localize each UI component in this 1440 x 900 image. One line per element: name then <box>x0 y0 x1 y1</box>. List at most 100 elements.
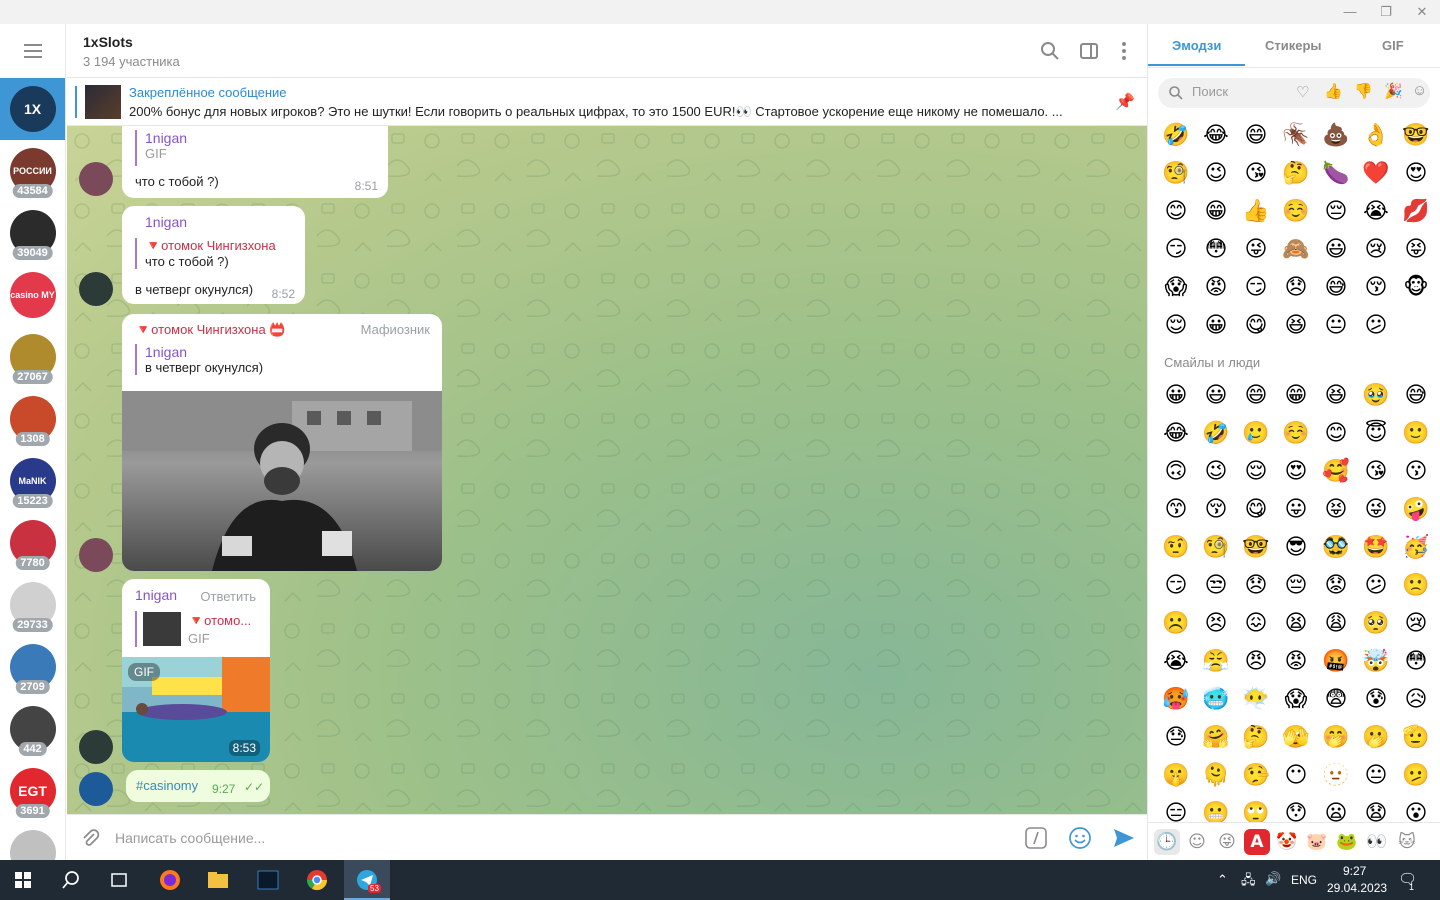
emoji-item[interactable]: 😕 <box>1356 306 1396 344</box>
emoji-item[interactable]: 🙄 <box>1236 794 1276 823</box>
network-icon[interactable]: 🖧 <box>1241 871 1256 893</box>
emoji-item[interactable]: 😦 <box>1316 794 1356 823</box>
party-icon[interactable]: 🎉 <box>1384 82 1403 100</box>
emoji-item[interactable]: 🤯 <box>1356 642 1396 680</box>
chat-list-item[interactable]: 442 <box>0 698 65 760</box>
emoji-item[interactable]: 😀 <box>1196 306 1236 344</box>
message-bubble[interactable]: #casinomy 9:27 ✓✓ <box>126 770 270 802</box>
attach-icon[interactable] <box>79 827 101 849</box>
emoji-search[interactable]: ♡ 👍 👎 🎉 ☺ <box>1158 78 1430 108</box>
emoji-item[interactable]: 🥵 <box>1156 680 1196 718</box>
emoji-item[interactable]: 😝 <box>1396 230 1436 268</box>
emoji-item[interactable]: 🥶 <box>1196 680 1236 718</box>
emoji-item[interactable]: 😍 <box>1396 154 1436 192</box>
tab-gif[interactable]: GIF <box>1382 38 1404 53</box>
emoji-item[interactable]: 😟 <box>1316 566 1356 604</box>
bot-commands-icon[interactable] <box>1024 826 1048 850</box>
chat-list-item[interactable] <box>0 822 65 860</box>
chat-list-item[interactable]: EGT 3691 <box>0 760 65 822</box>
gif-media[interactable]: GIF 8:53 <box>122 657 270 762</box>
volume-icon[interactable]: 🔊 <box>1265 871 1281 887</box>
task-view-icon[interactable] <box>104 866 134 894</box>
reply-quote[interactable]: 1nigan в четверг окунулся) <box>135 344 263 375</box>
emoji-item[interactable]: 🥹 <box>1356 376 1396 414</box>
emoji-set-icon[interactable]: 😜 <box>1214 829 1240 855</box>
tab-stickers[interactable]: Стикеры <box>1265 38 1322 53</box>
smile-icon[interactable]: ☺ <box>1412 82 1427 99</box>
chat-list-item[interactable]: 27067 <box>0 326 65 388</box>
emoji-item[interactable]: 🫢 <box>1356 718 1396 756</box>
message-bubble[interactable]: 🔻отомок Чингизхона 📛 Мафиозник 1nigan в … <box>122 314 442 571</box>
chat-list-item[interactable]: 1308 <box>0 388 65 450</box>
message-sender[interactable]: 🔻отомок Чингизхона 📛 <box>135 322 286 338</box>
clock-time[interactable]: 9:27 <box>1343 864 1366 878</box>
chat-list-item[interactable]: 1X <box>0 78 65 140</box>
emoji-item[interactable]: 😣 <box>1196 604 1236 642</box>
emoji-item[interactable]: 🤣 <box>1156 116 1196 154</box>
emoji-item[interactable]: 🪳 <box>1276 116 1316 154</box>
windows-start-icon[interactable] <box>8 866 38 894</box>
reply-quote[interactable]: 1nigan GIF <box>135 130 187 166</box>
close-button[interactable]: ✕ <box>1404 0 1440 24</box>
emoji-item[interactable]: 😳 <box>1196 230 1236 268</box>
emoji-item[interactable]: 😉 <box>1196 154 1236 192</box>
emoji-item[interactable]: 😍 <box>1276 452 1316 490</box>
smileys-icon[interactable]: ☺ <box>1184 829 1210 855</box>
emoji-item[interactable]: 😢 <box>1396 604 1436 642</box>
message-bubble[interactable]: 1nigan 🔻отомок Чингизхона что с тобой ?)… <box>122 206 305 304</box>
search-icon[interactable] <box>56 866 86 894</box>
sticker-set-icon[interactable]: 🐸 <box>1334 829 1360 855</box>
emoji-item[interactable]: 🤩 <box>1356 528 1396 566</box>
emoji-item[interactable]: 🙁 <box>1396 566 1436 604</box>
avatar[interactable] <box>79 272 113 306</box>
emoji-item[interactable]: 😫 <box>1276 604 1316 642</box>
emoji-item[interactable]: 😘 <box>1236 154 1276 192</box>
more-icon[interactable] <box>1113 40 1135 62</box>
emoji-item[interactable]: 😰 <box>1356 680 1396 718</box>
emoji-item[interactable]: 😠 <box>1236 642 1276 680</box>
emoji-item[interactable]: 😆 <box>1276 306 1316 344</box>
emoji-item[interactable]: 😛 <box>1276 490 1316 528</box>
emoji-item[interactable]: 🙃 <box>1156 452 1196 490</box>
pinned-list-icon[interactable]: 📌 <box>1115 92 1135 112</box>
emoji-item[interactable]: 😓 <box>1156 718 1196 756</box>
emoji-item[interactable]: 🤓 <box>1396 116 1436 154</box>
emoji-item[interactable]: 😬 <box>1196 794 1236 823</box>
emoji-item[interactable]: 😋 <box>1236 490 1276 528</box>
emoji-item[interactable]: 😶‍🌫️ <box>1236 680 1276 718</box>
emoji-item[interactable]: 😕 <box>1356 566 1396 604</box>
sticker-set-icon[interactable]: 🤡 <box>1274 829 1300 855</box>
emoji-item[interactable]: 😄 <box>1236 376 1276 414</box>
emoji-item[interactable]: ☺️ <box>1276 192 1316 230</box>
emoji-item[interactable]: 😒 <box>1196 566 1236 604</box>
sidebar-toggle-icon[interactable] <box>1078 40 1100 62</box>
emoji-item[interactable]: 😘 <box>1356 452 1396 490</box>
reply-action[interactable]: Ответить <box>200 589 256 604</box>
chat-list-item[interactable]: casino MY <box>0 264 65 326</box>
emoji-item[interactable]: 😋 <box>1236 306 1276 344</box>
emoji-item[interactable]: 😅 <box>1396 376 1436 414</box>
emoji-item[interactable]: 😂 <box>1156 414 1196 452</box>
emoji-item[interactable]: 😜 <box>1356 490 1396 528</box>
emoji-item[interactable]: 👌 <box>1356 116 1396 154</box>
terminal-icon[interactable] <box>253 866 283 894</box>
emoji-item[interactable]: 🤔 <box>1276 154 1316 192</box>
emoji-item[interactable]: 🥳 <box>1396 528 1436 566</box>
chat-list-item[interactable]: 39049 <box>0 202 65 264</box>
emoji-item[interactable]: 🤬 <box>1316 642 1356 680</box>
hashtag-link[interactable]: #casinomy <box>136 778 198 793</box>
emoji-item[interactable]: 🫣 <box>1276 718 1316 756</box>
emoji-item[interactable]: 😌 <box>1236 452 1276 490</box>
avatar[interactable] <box>79 730 113 764</box>
emoji-item[interactable]: 😚 <box>1196 490 1236 528</box>
emoji-item[interactable]: 🤔 <box>1236 718 1276 756</box>
avatar[interactable] <box>79 538 113 572</box>
emoji-item[interactable]: 🤨 <box>1156 528 1196 566</box>
emoji-item[interactable]: 😅 <box>1316 268 1356 306</box>
emoji-item[interactable]: 🥺 <box>1356 604 1396 642</box>
send-icon[interactable] <box>1112 826 1136 850</box>
emoji-item[interactable]: 😱 <box>1156 268 1196 306</box>
emoji-item[interactable]: 😝 <box>1316 490 1356 528</box>
emoji-item[interactable]: 😂 <box>1196 116 1236 154</box>
emoji-item[interactable]: 😞 <box>1236 566 1276 604</box>
